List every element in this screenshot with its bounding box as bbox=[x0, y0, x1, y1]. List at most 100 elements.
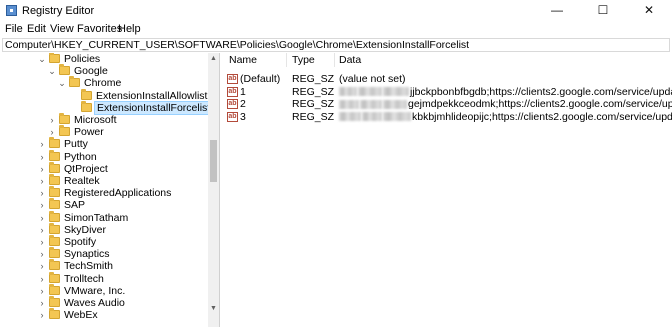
folder-icon bbox=[69, 76, 80, 88]
value-name: (Default) bbox=[240, 73, 281, 85]
chevron-right-icon[interactable]: › bbox=[48, 114, 56, 126]
title-bar: Registry Editor — ☐ ✕ bbox=[0, 0, 672, 21]
chevron-right-icon[interactable]: › bbox=[38, 309, 46, 321]
chevron-right-icon[interactable]: › bbox=[38, 224, 46, 236]
tree-item-label: ExtensionInstallAllowlist bbox=[96, 89, 208, 102]
menu-help[interactable]: Help bbox=[118, 23, 141, 35]
value-data: jjbckpbonbfbgdb;https://clients2.google.… bbox=[339, 86, 672, 98]
value-type: REG_SZ bbox=[292, 98, 335, 110]
folder-icon bbox=[49, 283, 60, 295]
menu-view[interactable]: View bbox=[50, 23, 74, 35]
chevron-down-icon[interactable]: ⌄ bbox=[48, 65, 56, 77]
redacted-text bbox=[339, 87, 357, 97]
folder-icon bbox=[49, 161, 60, 173]
value-row[interactable]: ab 1 REG_SZ jjbckpbonbfbgdb;https://clients… bbox=[224, 86, 672, 98]
tree-item-label: Google bbox=[74, 65, 108, 78]
value-name: 1 bbox=[240, 85, 246, 98]
folder-icon bbox=[49, 149, 60, 161]
tree-item-label: Synaptics bbox=[64, 248, 110, 261]
folder-icon bbox=[49, 222, 60, 234]
chevron-right-icon[interactable]: › bbox=[38, 151, 46, 163]
tree-item-label: Putty bbox=[64, 138, 88, 151]
column-header-data[interactable]: Data bbox=[339, 53, 361, 67]
chevron-right-icon[interactable]: › bbox=[38, 138, 46, 150]
chevron-down-icon[interactable]: ⌄ bbox=[58, 77, 66, 89]
chevron-right-icon[interactable]: › bbox=[38, 248, 46, 260]
column-header-name[interactable]: Name bbox=[229, 53, 257, 67]
values-list[interactable]: Name Type Data ab (Default) REG_SZ (value n… bbox=[224, 53, 672, 327]
tree-item-label: Policies bbox=[64, 53, 101, 65]
redacted-text bbox=[383, 99, 407, 109]
chevron-right-icon[interactable]: › bbox=[38, 273, 46, 285]
tree-item-label: WebEx bbox=[64, 309, 98, 322]
close-button[interactable]: ✕ bbox=[626, 0, 672, 21]
value-data: gejmdpekkceodmk;https://clients2.google.… bbox=[339, 98, 672, 110]
column-header-type[interactable]: Type bbox=[292, 53, 315, 67]
maximize-button[interactable]: ☐ bbox=[580, 0, 626, 21]
redacted-text bbox=[360, 99, 382, 109]
chevron-right-icon[interactable]: › bbox=[48, 126, 56, 138]
folder-icon bbox=[49, 210, 60, 222]
column-separator[interactable] bbox=[286, 53, 287, 67]
folder-icon bbox=[81, 100, 92, 112]
value-type: REG_SZ bbox=[292, 110, 335, 123]
string-value-icon: ab bbox=[227, 86, 238, 97]
redacted-text bbox=[383, 87, 409, 97]
value-row[interactable]: ab 2 REG_SZ gejmdpekkceodmk;https://clients… bbox=[224, 98, 672, 110]
folder-icon bbox=[49, 53, 60, 63]
folder-icon bbox=[59, 113, 70, 124]
column-separator[interactable] bbox=[334, 53, 335, 67]
scroll-thumb[interactable] bbox=[210, 140, 217, 182]
value-data-text: kbkbjmhlideopijc;https://clients2.google… bbox=[412, 110, 672, 123]
tree-item-label: Power bbox=[74, 126, 104, 139]
value-name: 2 bbox=[240, 98, 246, 110]
string-value-icon: ab bbox=[227, 111, 238, 122]
menu-favorites[interactable]: Favorites bbox=[77, 23, 122, 35]
tree-item-label: SimonTatham bbox=[64, 211, 129, 224]
folder-icon bbox=[49, 259, 60, 271]
scroll-up-arrow-icon[interactable]: ▲ bbox=[208, 53, 219, 65]
redacted-text bbox=[339, 112, 361, 122]
chevron-right-icon[interactable]: › bbox=[38, 175, 46, 187]
value-row[interactable]: ab (Default) REG_SZ (value not set) bbox=[224, 73, 672, 85]
string-value-icon: ab bbox=[227, 74, 238, 84]
menu-edit[interactable]: Edit bbox=[27, 23, 46, 35]
folder-icon bbox=[59, 125, 70, 137]
redacted-text bbox=[358, 87, 382, 97]
tree-item-label: Trolltech bbox=[64, 272, 104, 285]
folder-icon bbox=[49, 296, 60, 307]
window-title: Registry Editor bbox=[22, 5, 95, 17]
chevron-right-icon[interactable]: › bbox=[38, 187, 46, 199]
chevron-down-icon[interactable]: ⌄ bbox=[38, 53, 46, 65]
string-value-icon: ab bbox=[227, 99, 238, 109]
scroll-down-arrow-icon[interactable]: ▼ bbox=[208, 303, 219, 315]
value-type: REG_SZ bbox=[292, 73, 335, 85]
folder-icon bbox=[49, 174, 60, 185]
tree-item-label: Python bbox=[64, 150, 97, 163]
folder-icon bbox=[59, 64, 70, 76]
key-tree[interactable]: ⌄ Policies ⌄ Google ⌄ Chrome ExtensionInstallA… bbox=[2, 53, 220, 327]
chevron-right-icon[interactable]: › bbox=[38, 297, 46, 309]
redacted-text bbox=[383, 112, 411, 122]
address-bar[interactable]: Computer\HKEY_CURRENT_USER\SOFTWARE\Poli… bbox=[2, 38, 670, 52]
chevron-right-icon[interactable]: › bbox=[38, 236, 46, 248]
folder-icon bbox=[81, 88, 92, 100]
chevron-right-icon[interactable]: › bbox=[38, 199, 46, 211]
chevron-right-icon[interactable]: › bbox=[38, 285, 46, 297]
tree-item-label: ExtensionInstallForcelist bbox=[94, 100, 214, 115]
menu-file[interactable]: File bbox=[5, 23, 23, 35]
menu-bar: File Edit View Favorites Help bbox=[0, 21, 672, 38]
tree-scrollbar[interactable]: ▲ ▼ bbox=[208, 53, 219, 327]
tree-item-label: VMware, Inc. bbox=[64, 284, 126, 297]
folder-icon bbox=[49, 235, 60, 246]
minimize-button[interactable]: — bbox=[534, 0, 580, 21]
chevron-right-icon[interactable]: › bbox=[38, 260, 46, 272]
tree-item-label: SAP bbox=[64, 199, 86, 212]
value-row[interactable]: ab 3 REG_SZ kbkbjmhlideopijc;https://client… bbox=[224, 111, 672, 123]
redacted-text bbox=[339, 99, 359, 109]
value-data-text: jjbckpbonbfbgdb;https://clients2.google.… bbox=[410, 85, 672, 98]
chevron-right-icon[interactable]: › bbox=[38, 212, 46, 224]
folder-icon bbox=[49, 198, 60, 210]
chevron-right-icon[interactable]: › bbox=[38, 163, 46, 175]
